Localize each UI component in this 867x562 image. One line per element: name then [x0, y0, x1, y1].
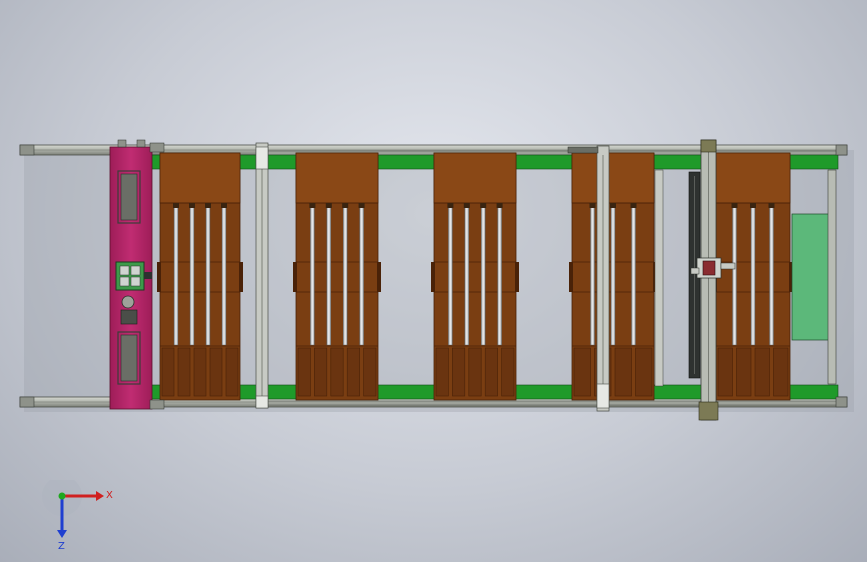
rod-cap	[630, 203, 637, 208]
steel-rod	[326, 204, 331, 346]
fixture-notch	[157, 262, 161, 292]
vertical-guide-mid	[596, 145, 610, 412]
fixture-slot	[193, 347, 207, 397]
right-inner-guide	[654, 169, 664, 387]
fixture-slot	[435, 347, 449, 397]
left-end-bracket-bottom	[19, 396, 35, 408]
steel-rod	[481, 204, 486, 346]
fixture-slot	[330, 347, 344, 397]
top-rail-bracket-b	[567, 146, 599, 154]
steel-rod	[173, 204, 179, 346]
fixture-slot	[484, 347, 498, 397]
steel-rod	[610, 204, 616, 346]
fixture-notch	[377, 262, 381, 292]
rod-cap	[358, 203, 365, 208]
fixture-slot	[614, 347, 632, 397]
x-axis-label: X	[106, 490, 113, 501]
rod-cap	[342, 203, 349, 208]
fixture-slot	[346, 347, 360, 397]
fixture-slot	[297, 347, 311, 397]
bottom-rail-bracket-a	[149, 399, 165, 410]
fixture-top-block	[571, 152, 655, 204]
fixture-notch	[569, 262, 573, 292]
rod-cap	[610, 203, 616, 208]
fixture-notch	[431, 262, 435, 292]
fixture-slot	[177, 347, 191, 397]
fixture-slot	[468, 347, 482, 397]
steel-rod	[310, 204, 315, 346]
rod-cap	[189, 203, 195, 208]
fixture-slot	[363, 347, 377, 397]
fixture-top-block	[433, 152, 517, 204]
steel-rod	[221, 204, 227, 346]
top-rail-bracket-a	[149, 142, 165, 153]
fixture-slot	[773, 347, 789, 397]
y-axis-dot	[58, 492, 66, 500]
fixture-slot	[573, 347, 591, 397]
fixture-slot	[717, 347, 733, 397]
steel-rod	[750, 204, 756, 346]
rod-cap	[205, 203, 211, 208]
rod-cap	[309, 203, 316, 208]
rod-cap	[731, 203, 738, 208]
pink-carriage[interactable]	[109, 139, 153, 410]
coordinate-triad: X Z	[42, 480, 113, 550]
left-end-bracket-top	[19, 144, 35, 156]
fixture-slot	[452, 347, 466, 397]
steel-rod	[464, 204, 469, 346]
fixture-top-block	[159, 152, 241, 204]
fixture-top-block	[295, 152, 379, 204]
rod-cap	[768, 203, 775, 208]
fixture-slot	[501, 347, 515, 397]
steel-rod	[359, 204, 364, 346]
rod-cap	[496, 203, 503, 208]
fixture-slot	[754, 347, 770, 397]
x-axis-head	[96, 491, 104, 501]
steel-rod	[448, 204, 453, 346]
rod-cap	[173, 203, 179, 208]
steel-rod	[590, 204, 595, 346]
steel-rod	[343, 204, 348, 346]
steel-rod	[631, 204, 636, 346]
steel-rod	[732, 204, 737, 346]
fixture-slot	[736, 347, 752, 397]
fixture-notch	[293, 262, 297, 292]
fixture-slot	[209, 347, 223, 397]
z-axis-label: Z	[58, 541, 65, 550]
inner-bottom-rail	[257, 400, 842, 406]
rod-cap	[221, 203, 227, 208]
vertical-guide-left	[255, 142, 269, 409]
fixture-top-block	[715, 152, 791, 204]
z-axis-head	[57, 530, 67, 538]
rod-cap	[480, 203, 487, 208]
steel-rod	[205, 204, 211, 346]
rod-cap	[750, 203, 756, 208]
rod-cap	[447, 203, 454, 208]
fixture-slot	[635, 347, 653, 397]
fixture-notch	[239, 262, 243, 292]
fixture-slot	[314, 347, 328, 397]
fixture-notch	[515, 262, 519, 292]
cad-viewport[interactable]: X Z	[0, 0, 867, 562]
steel-rod	[769, 204, 774, 346]
steel-rod	[189, 204, 195, 346]
fixture-slot	[161, 347, 175, 397]
conveyor-model[interactable]	[0, 0, 867, 562]
steel-rod	[497, 204, 502, 346]
rod-cap	[463, 203, 470, 208]
rod-cap	[589, 203, 596, 208]
fixture-slot	[225, 347, 239, 397]
rod-cap	[325, 203, 332, 208]
